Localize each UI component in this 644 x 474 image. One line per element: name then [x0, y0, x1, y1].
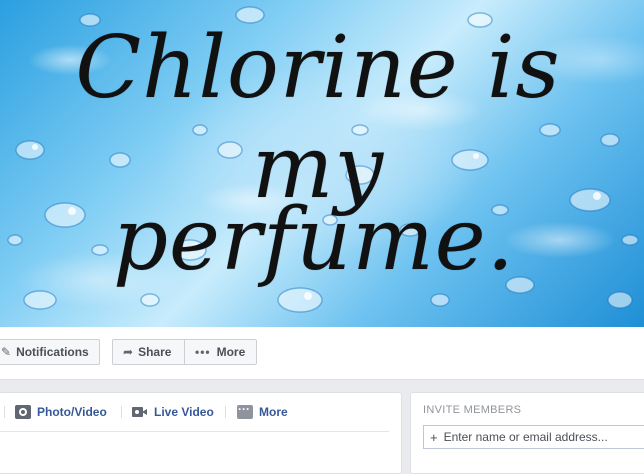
share-arrow-icon: ➦	[123, 345, 134, 359]
notifications-button[interactable]: ✎ Notifications	[0, 339, 100, 365]
tab-divider	[121, 406, 122, 418]
cover-photo: Chlorine is my perfume.	[0, 0, 644, 327]
tab-divider	[225, 406, 226, 418]
video-camera-icon	[132, 405, 148, 419]
composer-tabs: Photo/Video Live Video More	[0, 393, 389, 432]
cover-text-line1: Chlorine is my	[75, 18, 561, 218]
invite-members-title: INVITE MEMBERS	[423, 404, 522, 416]
invite-members-field[interactable]: +	[423, 425, 644, 449]
tab-more-label: More	[259, 405, 288, 419]
group-action-bar: ✎ Notifications ➦ Share ••• More	[0, 327, 644, 380]
pencil-icon: ✎	[1, 345, 12, 359]
ellipsis-icon: •••	[195, 345, 211, 359]
tab-live-video-label: Live Video	[154, 405, 214, 419]
more-button[interactable]: ••• More	[184, 339, 257, 365]
share-label: Share	[138, 345, 172, 359]
camera-icon	[15, 405, 31, 419]
tab-live-video[interactable]: Live Video	[132, 402, 214, 422]
invite-members-input[interactable]	[443, 430, 644, 444]
plus-icon: +	[430, 429, 438, 445]
share-button[interactable]: ➦ Share	[112, 339, 185, 365]
tab-photo-video[interactable]: Photo/Video	[15, 402, 107, 422]
notifications-label: Notifications	[16, 345, 89, 359]
ellipsis-icon	[237, 402, 253, 419]
post-composer: Photo/Video Live Video More	[0, 392, 402, 474]
tab-divider	[4, 406, 5, 418]
tab-photo-video-label: Photo/Video	[37, 405, 107, 419]
tab-more[interactable]: More	[237, 402, 288, 422]
invite-members-card: INVITE MEMBERS +	[410, 392, 644, 474]
cover-text-line2: perfume.	[112, 190, 516, 290]
more-label: More	[216, 345, 246, 359]
